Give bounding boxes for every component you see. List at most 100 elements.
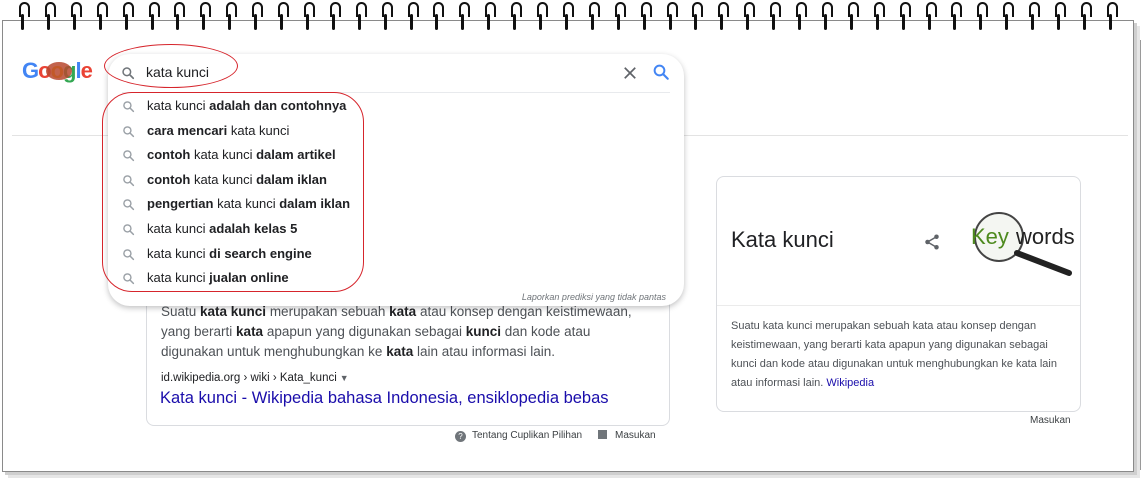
spiral-ring: [743, 2, 756, 32]
suggestion-item[interactable]: pengertian kata kunci dalam iklan: [108, 192, 684, 217]
suggestion-list: kata kunci adalah dan contohnya cara menc…: [108, 94, 684, 291]
spiral-ring: [484, 2, 497, 32]
spiral-ring: [925, 2, 937, 32]
suggestion-item[interactable]: kata kunci adalah dan contohnya: [108, 94, 684, 119]
suggestion-completion: di search engine: [209, 245, 312, 261]
google-doodle-logo[interactable]: Google: [22, 58, 93, 86]
snippet-fragment: apapun yang digunakan sebagai: [263, 324, 466, 339]
suggestion-text: kata kunci: [213, 196, 280, 212]
spiral-ring: [588, 2, 600, 32]
suggestion-text: kata kunci: [147, 270, 210, 286]
spiral-ring: [303, 2, 315, 32]
spiral-ring: [277, 2, 289, 32]
suggestion-item[interactable]: contoh kata kunci dalam iklan: [108, 168, 684, 193]
about-label: Tentang Cuplikan Pilihan: [472, 430, 583, 441]
spiral-ring: [329, 2, 341, 32]
suggestion-completion: jualan online: [209, 270, 289, 286]
dropdown-arrow-icon[interactable]: ▼: [340, 373, 349, 383]
suggestion-completion: contoh: [147, 147, 191, 163]
snippet-keyword: kunci: [465, 324, 502, 339]
spiral-ring: [355, 2, 367, 32]
suggestion-text: kata kunci: [190, 147, 257, 163]
spiral-ring: [795, 2, 807, 32]
search-submit-icon[interactable]: [652, 63, 670, 81]
snippet-feedback-link[interactable]: Masukan: [598, 430, 656, 441]
share-icon[interactable]: [923, 233, 941, 251]
about-featured-snippets-link[interactable]: ? Tentang Cuplikan Pilihan: [455, 430, 582, 442]
report-predictions-link[interactable]: Laporkan prediksi yang tidak pantas: [522, 292, 666, 302]
spiral-ring: [640, 2, 652, 32]
breadcrumb-url: id.wikipedia.org › wiki › Kata_kunci: [161, 372, 337, 384]
snippet-keyword: kata: [386, 344, 414, 359]
suggestion-text: kata kunci: [190, 171, 257, 187]
spiral-ring: [536, 2, 548, 32]
keywords-magnifier-image[interactable]: Key words: [965, 207, 1077, 277]
search-input[interactable]: kata kunci: [146, 64, 209, 80]
spiral-binding: [18, 2, 1128, 34]
spiral-ring: [510, 2, 523, 32]
suggestion-item[interactable]: kata kunci jualan online: [108, 266, 684, 291]
spiral-ring: [173, 2, 186, 32]
result-breadcrumb[interactable]: id.wikipedia.org › wiki › Kata_kunci ▼: [161, 372, 349, 384]
search-autocomplete-panel: kata kunci kata kunci adalah dan contohn…: [108, 54, 684, 306]
suggestion-completion: pengertian: [147, 196, 214, 212]
spiral-ring: [122, 2, 134, 32]
spiral-ring: [70, 2, 82, 32]
feedback-label: Masukan: [615, 430, 656, 441]
suggestion-text: kata kunci: [147, 245, 210, 261]
spiral-ring: [148, 2, 160, 32]
image-text-words: words: [1015, 224, 1075, 249]
help-icon: ?: [455, 431, 466, 442]
suggestion-item[interactable]: cara mencari kata kunci: [108, 119, 684, 144]
result-title-link[interactable]: Kata kunci - Wikipedia bahasa Indonesia,…: [160, 389, 609, 408]
snippet-keyword: kata: [236, 324, 264, 339]
spiral-ring: [225, 2, 238, 32]
kp-divider: [717, 305, 1080, 306]
suggestion-text: kata kunci: [147, 220, 210, 236]
suggestion-item[interactable]: kata kunci di search engine: [108, 242, 684, 267]
search-icon: [123, 248, 135, 260]
kp-source-link[interactable]: Wikipedia: [826, 377, 874, 389]
clear-icon[interactable]: [621, 64, 639, 82]
suggestion-completion: dalam iklan: [279, 196, 351, 212]
logo-letter: G: [22, 58, 39, 83]
suggestion-completion: cara mencari: [147, 122, 228, 138]
suggestion-text: kata kunci: [227, 122, 290, 138]
search-icon: [123, 174, 135, 186]
suggestion-text: kata kunci: [147, 98, 210, 113]
spiral-ring: [666, 2, 678, 32]
spiral-ring: [1054, 2, 1066, 32]
spiral-ring: [432, 2, 445, 32]
search-icon: [123, 150, 135, 162]
spiral-ring: [950, 2, 963, 32]
kp-feedback-link[interactable]: Masukan: [1030, 415, 1071, 426]
suggestion-completion: adalah dan contohnya: [209, 98, 347, 113]
suggestion-completion: contoh: [147, 171, 191, 187]
knowledge-panel: Kata kunci Key words Suatu kata kunci me…: [716, 176, 1081, 412]
snippet-text: Suatu kata kunci merupakan sebuah kata a…: [161, 302, 655, 362]
spiral-ring: [899, 2, 911, 32]
spiral-ring: [1106, 2, 1118, 32]
snippet-keyword: kata kunci: [200, 304, 267, 319]
search-box[interactable]: kata kunci: [108, 54, 684, 92]
doodle-art-icon: [46, 62, 72, 80]
image-text-key: Key: [971, 224, 1009, 249]
kp-title: Kata kunci: [731, 227, 834, 252]
spiral-ring: [717, 2, 730, 32]
spiral-ring: [1080, 2, 1092, 32]
search-icon: [123, 224, 135, 236]
spiral-ring: [251, 2, 264, 32]
suggestion-item[interactable]: kata kunci adalah kelas 5: [108, 217, 684, 242]
suggestion-completion: adalah kelas 5: [209, 220, 298, 236]
spiral-ring: [847, 2, 859, 32]
suggestion-item[interactable]: contoh kata kunci dalam artikel: [108, 143, 684, 168]
snippet-fragment: Suatu: [161, 304, 201, 319]
search-icon: [123, 125, 135, 137]
sheet-edge: [1133, 40, 1141, 470]
spiral-ring: [407, 2, 419, 32]
snippet-fragment: lain atau informasi lain.: [413, 344, 556, 359]
spiral-ring: [1028, 2, 1041, 32]
spiral-ring: [562, 2, 574, 32]
spiral-ring: [769, 2, 782, 32]
feedback-flag-icon: [598, 430, 607, 439]
